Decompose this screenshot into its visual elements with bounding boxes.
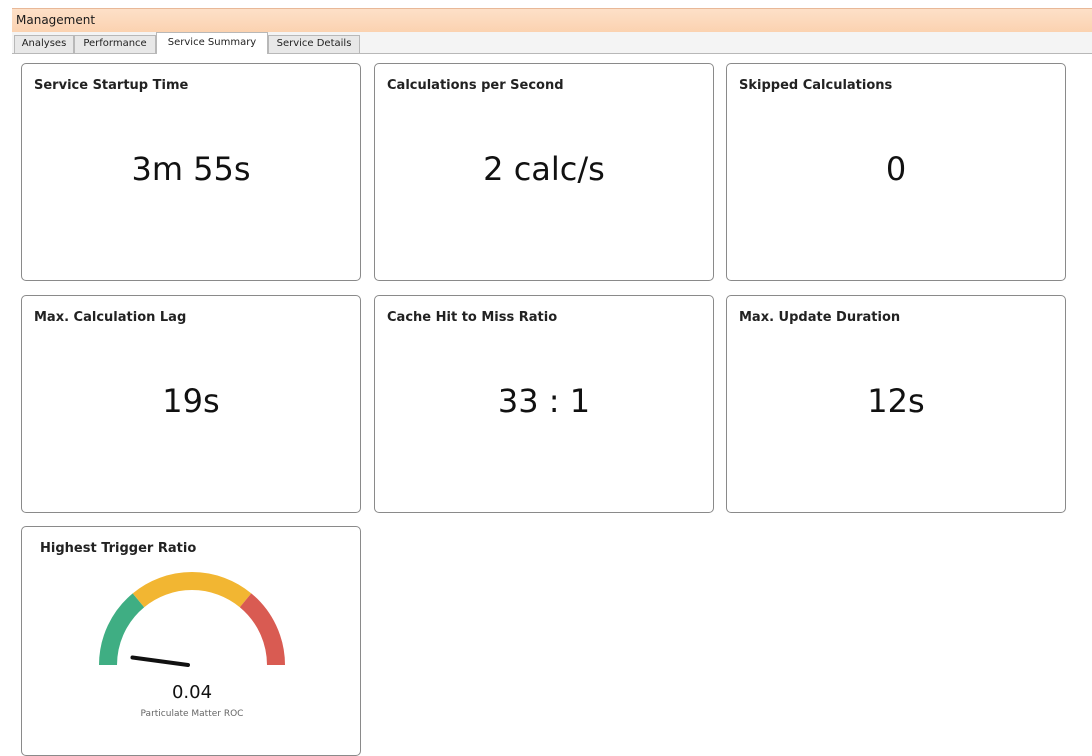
gauge-label: Particulate Matter ROC bbox=[140, 709, 244, 719]
gauge-high-segment bbox=[239, 593, 285, 666]
tab-performance[interactable]: Performance bbox=[74, 35, 156, 53]
card-value: 3m 55s bbox=[131, 150, 251, 188]
max-update-duration-card[interactable]: Max. Update Duration 12s bbox=[726, 295, 1066, 513]
card-title: Cache Hit to Miss Ratio bbox=[387, 310, 558, 325]
card-title: Skipped Calculations bbox=[739, 78, 893, 93]
skipped-calculations-card[interactable]: Skipped Calculations 0 bbox=[726, 63, 1066, 281]
card-value: 33 : 1 bbox=[497, 382, 591, 420]
gauge-low-segment bbox=[99, 593, 145, 666]
highest-trigger-ratio-card[interactable]: Highest Trigger Ratio 0.04 Particulate M… bbox=[21, 526, 361, 756]
card-value: 12s bbox=[867, 382, 925, 420]
cache-hit-to-miss-ratio-card[interactable]: Cache Hit to Miss Ratio 33 : 1 bbox=[374, 295, 714, 513]
trigger-ratio-gauge bbox=[99, 572, 285, 667]
service-startup-time-card[interactable]: Service Startup Time 3m 55s bbox=[21, 63, 361, 281]
calculations-per-second-card[interactable]: Calculations per Second 2 calc/s bbox=[374, 63, 714, 281]
tab-service-details[interactable]: Service Details bbox=[268, 35, 360, 53]
card-title: Calculations per Second bbox=[387, 78, 564, 93]
tab-service-summary[interactable]: Service Summary bbox=[156, 32, 268, 54]
tab-analyses[interactable]: Analyses bbox=[14, 35, 74, 53]
gauge-needle bbox=[130, 655, 190, 667]
tab-strip: Analyses Performance Service Summary Ser… bbox=[12, 32, 1092, 54]
gauge-mid-segment bbox=[132, 572, 252, 608]
card-title: Service Startup Time bbox=[34, 78, 189, 93]
card-value: 0 bbox=[885, 150, 907, 188]
card-title: Highest Trigger Ratio bbox=[40, 541, 197, 556]
card-title: Max. Calculation Lag bbox=[34, 310, 187, 325]
card-value: 2 calc/s bbox=[483, 150, 605, 188]
max-calculation-lag-card[interactable]: Max. Calculation Lag 19s bbox=[21, 295, 361, 513]
title-bar: Management bbox=[12, 8, 1092, 32]
window-title: Management bbox=[16, 13, 96, 27]
card-title: Max. Update Duration bbox=[739, 310, 901, 325]
gauge-value: 0.04 bbox=[171, 682, 213, 703]
card-value: 19s bbox=[162, 382, 220, 420]
